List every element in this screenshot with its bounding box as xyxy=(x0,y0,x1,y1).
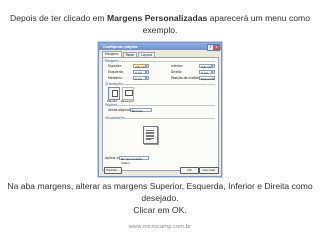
footer-url: www.microcamp.com.br xyxy=(128,224,192,230)
gutter-input[interactable]: 0 cm xyxy=(133,75,146,81)
dialog-titlebar: Configurar página ? x xyxy=(99,43,221,51)
instruction-bottom-line1: Na aba margens, alterar as margens Super… xyxy=(7,181,313,203)
instruction-top: Depois de ter clicado em Margens Persona… xyxy=(10,12,310,36)
dialog-title: Configurar página xyxy=(103,44,138,49)
default-button[interactable]: Padrão... xyxy=(104,167,122,174)
instruction-bottom-line2: Clicar em OK. xyxy=(133,205,187,215)
page-preview xyxy=(143,126,158,144)
section-divider xyxy=(119,84,215,85)
ok-button[interactable]: OK xyxy=(180,167,199,174)
left-margin-label: Esquerda: xyxy=(108,70,124,74)
close-button[interactable]: x xyxy=(213,44,220,51)
apply-to-select[interactable]: No documento inteiro xyxy=(119,155,149,165)
section-divider xyxy=(115,61,215,62)
apply-to-label: Aplicar a: xyxy=(105,156,120,160)
right-margin-label: Direita: xyxy=(171,70,183,74)
multiple-pages-select[interactable]: Normal xyxy=(130,107,152,113)
gutter-position-select[interactable]: Esquerda xyxy=(199,75,215,81)
margins-panel: Margens Superior: 2,5 cm Esquerda: 3 cm … xyxy=(102,57,219,171)
instruction-bottom: Na aba margens, alterar as margens Super… xyxy=(4,180,316,216)
gutter-spinner[interactable] xyxy=(146,75,149,80)
bottom-margin-spinner[interactable] xyxy=(212,63,215,68)
left-margin-input[interactable]: 3 cm xyxy=(133,69,146,75)
top-margin-spinner[interactable] xyxy=(146,63,149,68)
left-margin-spinner[interactable] xyxy=(146,69,149,74)
bottom-margin-input[interactable]: 2,5 cm xyxy=(199,63,212,69)
section-divider xyxy=(115,105,215,106)
landscape-page-icon xyxy=(125,90,133,96)
preview-line xyxy=(146,139,151,140)
section-divider xyxy=(121,118,215,119)
bottom-margin-label: Inferior: xyxy=(171,64,184,68)
multiple-pages-label: Várias páginas: xyxy=(108,108,132,112)
instruction-top-before: Depois de ter clicado em xyxy=(10,13,107,23)
page-setup-dialog: Configurar página ? x Margens Papel Layo… xyxy=(98,42,222,177)
instruction-top-bold: Margens Personalizadas xyxy=(106,13,208,23)
top-margin-input[interactable]: 2,5 cm xyxy=(133,63,146,69)
top-margin-label: Superior: xyxy=(108,64,123,68)
portrait-page-icon xyxy=(112,89,118,97)
cancel-button[interactable]: Cancelar xyxy=(199,167,219,174)
landscape-label: Paisagem xyxy=(121,99,135,103)
right-margin-input[interactable]: 3 cm xyxy=(199,69,212,75)
right-margin-spinner[interactable] xyxy=(212,69,215,74)
gutter-label: Medianiz: xyxy=(108,76,123,80)
